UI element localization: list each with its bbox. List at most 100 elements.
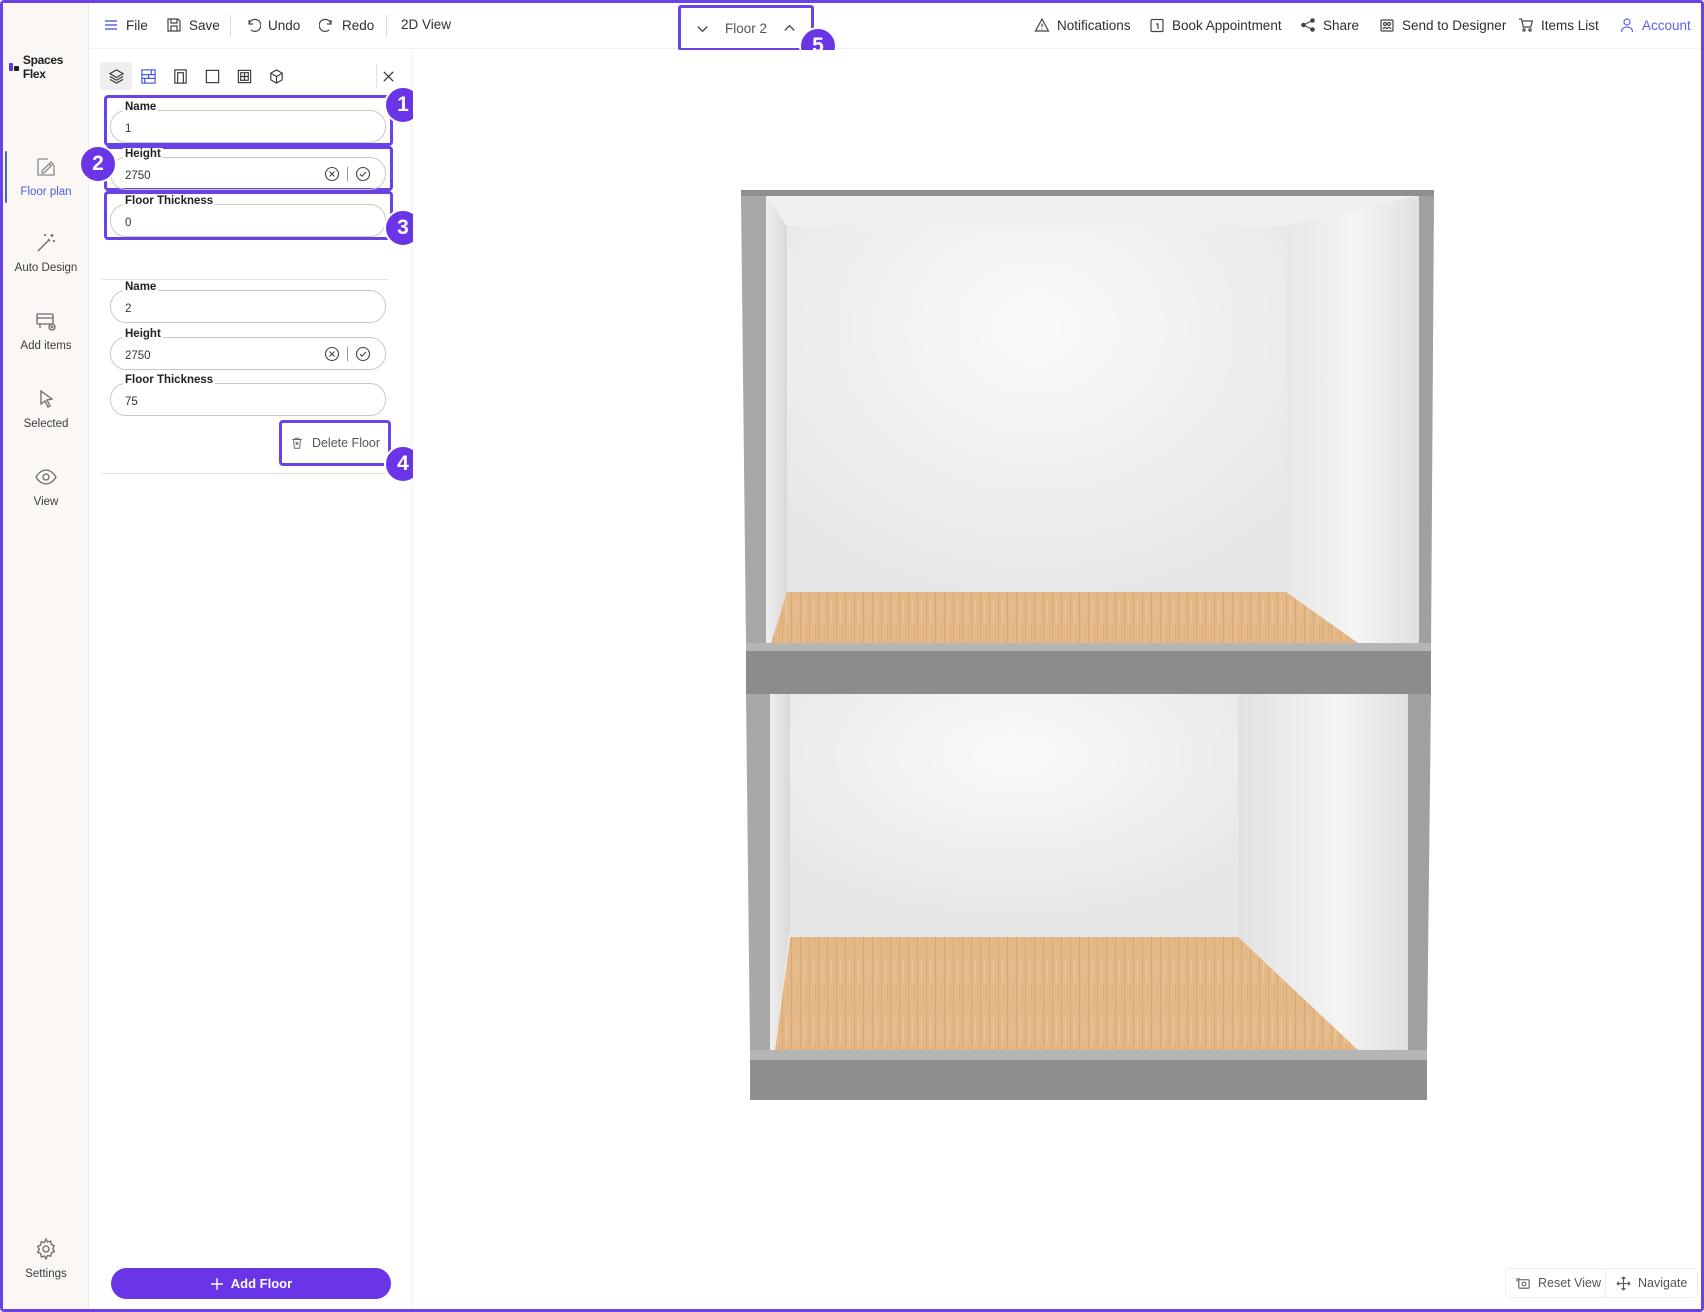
- brand-logo[interactable]: Spaces Flex: [9, 53, 88, 81]
- tab-3d-objects[interactable]: [260, 62, 292, 90]
- toolbar-divider: [386, 15, 387, 37]
- sidebar-item-settings[interactable]: Settings: [3, 1237, 89, 1280]
- reset-view-icon: [1516, 1277, 1530, 1289]
- upper-floor-model[interactable]: [741, 190, 1434, 694]
- 2d-view-label: 2D View: [401, 17, 452, 32]
- field-label: Height: [123, 328, 163, 340]
- tab-windows[interactable]: [228, 62, 260, 90]
- book-appointment-label: Book Appointment: [1172, 17, 1282, 33]
- floor1-name-field[interactable]: Name 1: [110, 101, 386, 143]
- chevron-down-icon[interactable]: [695, 21, 710, 36]
- floor1-thickness-field[interactable]: Floor Thickness 0: [110, 195, 386, 237]
- field-label: Floor Thickness: [123, 374, 216, 386]
- sidebar-item-label: Selected: [23, 418, 69, 430]
- 3d-scene[interactable]: [413, 50, 1701, 1309]
- tab-rooms[interactable]: [196, 62, 228, 90]
- left-sidebar: Spaces Flex Floor plan Auto Design Add i…: [3, 3, 89, 1309]
- redo-label: Redo: [342, 17, 375, 33]
- undo-icon: [248, 18, 261, 32]
- save-button[interactable]: Save: [166, 17, 220, 33]
- share-button[interactable]: Share: [1300, 17, 1359, 33]
- floor-plan-icon: [37, 158, 55, 176]
- walls-icon: [140, 68, 156, 84]
- save-label: Save: [189, 17, 220, 33]
- move-arrows-icon: [1616, 1276, 1631, 1290]
- confirm-icon[interactable]: [355, 166, 371, 182]
- clear-icon[interactable]: [324, 166, 340, 182]
- chevron-up-icon[interactable]: [782, 21, 797, 36]
- field-label: Floor Thickness: [123, 195, 216, 207]
- panel-tool-tabs: [100, 62, 292, 90]
- field-label: Height: [123, 148, 163, 160]
- plus-icon: [210, 1277, 223, 1290]
- sidebar-item-floor-plan[interactable]: Floor plan: [3, 151, 89, 203]
- field-label: Name: [123, 281, 159, 293]
- logo-mark-icon: [9, 63, 19, 71]
- save-icon: [167, 18, 181, 32]
- sidebar-item-auto-design[interactable]: Auto Design: [3, 231, 89, 274]
- file-menu-button[interactable]: File: [103, 17, 148, 33]
- field-value: 2750: [125, 350, 151, 362]
- field-value: 2750: [125, 170, 151, 182]
- redo-button[interactable]: Redo: [319, 17, 374, 33]
- trash-icon: [292, 437, 302, 449]
- sidebar-item-label: Floor plan: [20, 186, 72, 198]
- floor2-name-field[interactable]: Name 2: [110, 281, 386, 323]
- designer-icon: [1380, 19, 1394, 32]
- send-to-designer-button[interactable]: Send to Designer: [1379, 17, 1506, 33]
- tab-layers[interactable]: [100, 62, 132, 90]
- items-list-button[interactable]: Items List: [1518, 17, 1599, 33]
- tab-doors[interactable]: [164, 62, 196, 90]
- navigate-button[interactable]: Navigate: [1605, 1268, 1699, 1298]
- calendar-icon: [1150, 18, 1164, 33]
- book-appointment-button[interactable]: Book Appointment: [1149, 17, 1282, 33]
- callout-badge: 2: [79, 145, 117, 183]
- field-actions: [324, 166, 371, 182]
- delete-floor-label: Delete Floor: [311, 436, 381, 450]
- navigate-label: Navigate: [1638, 1276, 1688, 1290]
- send-to-designer-label: Send to Designer: [1402, 17, 1507, 33]
- action-divider: [347, 167, 348, 181]
- add-floor-label: Add Floor: [230, 1276, 293, 1291]
- share-label: Share: [1323, 17, 1360, 33]
- floor-selector-label: Floor 2: [724, 20, 768, 36]
- file-label: File: [126, 17, 148, 33]
- sidebar-item-label: Settings: [25, 1268, 67, 1280]
- field-actions: [324, 346, 371, 362]
- undo-button[interactable]: Undo: [245, 17, 300, 33]
- floor2-height-field[interactable]: Height 2750: [110, 328, 386, 370]
- close-panel-button[interactable]: [376, 64, 400, 88]
- account-button[interactable]: Account: [1619, 17, 1691, 33]
- add-items-icon: [36, 313, 56, 331]
- cube-icon: [269, 68, 283, 84]
- magic-wand-icon: [37, 234, 55, 252]
- layers-icon: [108, 68, 124, 84]
- sidebar-item-label: Auto Design: [14, 262, 78, 274]
- field-value: 75: [125, 396, 138, 408]
- lower-floor-model[interactable]: [746, 694, 1431, 1100]
- 3d-viewport[interactable]: Reset View Navigate: [413, 50, 1701, 1309]
- field-value: 2: [125, 303, 132, 315]
- field-label: Name: [123, 101, 159, 113]
- sidebar-item-add-items[interactable]: Add items: [3, 309, 89, 352]
- floor1-height-field[interactable]: Height 2750: [110, 148, 386, 190]
- door-icon: [173, 68, 187, 84]
- top-toolbar: File Save Undo Redo 2D View Floor 2 Noti…: [90, 3, 1701, 51]
- items-list-label: Items List: [1541, 17, 1599, 33]
- floor-selector[interactable]: Floor 2: [678, 5, 814, 51]
- confirm-icon[interactable]: [355, 346, 371, 362]
- sidebar-item-selected[interactable]: Selected: [3, 387, 89, 430]
- floor-divider: [102, 473, 388, 474]
- account-label: Account: [1642, 17, 1691, 33]
- undo-label: Undo: [268, 17, 301, 33]
- notifications-button[interactable]: Notifications: [1034, 17, 1131, 33]
- reset-view-button[interactable]: Reset View: [1505, 1268, 1612, 1298]
- floor2-thickness-field[interactable]: Floor Thickness 75: [110, 374, 386, 416]
- add-floor-button[interactable]: Add Floor: [111, 1268, 391, 1299]
- 2d-view-button[interactable]: 2D View: [401, 17, 451, 32]
- delete-floor-button[interactable]: Delete Floor: [279, 420, 391, 466]
- tab-walls[interactable]: [132, 62, 164, 90]
- sidebar-item-view[interactable]: View: [3, 465, 89, 508]
- toolbar-divider: [230, 15, 231, 37]
- clear-icon[interactable]: [324, 346, 340, 362]
